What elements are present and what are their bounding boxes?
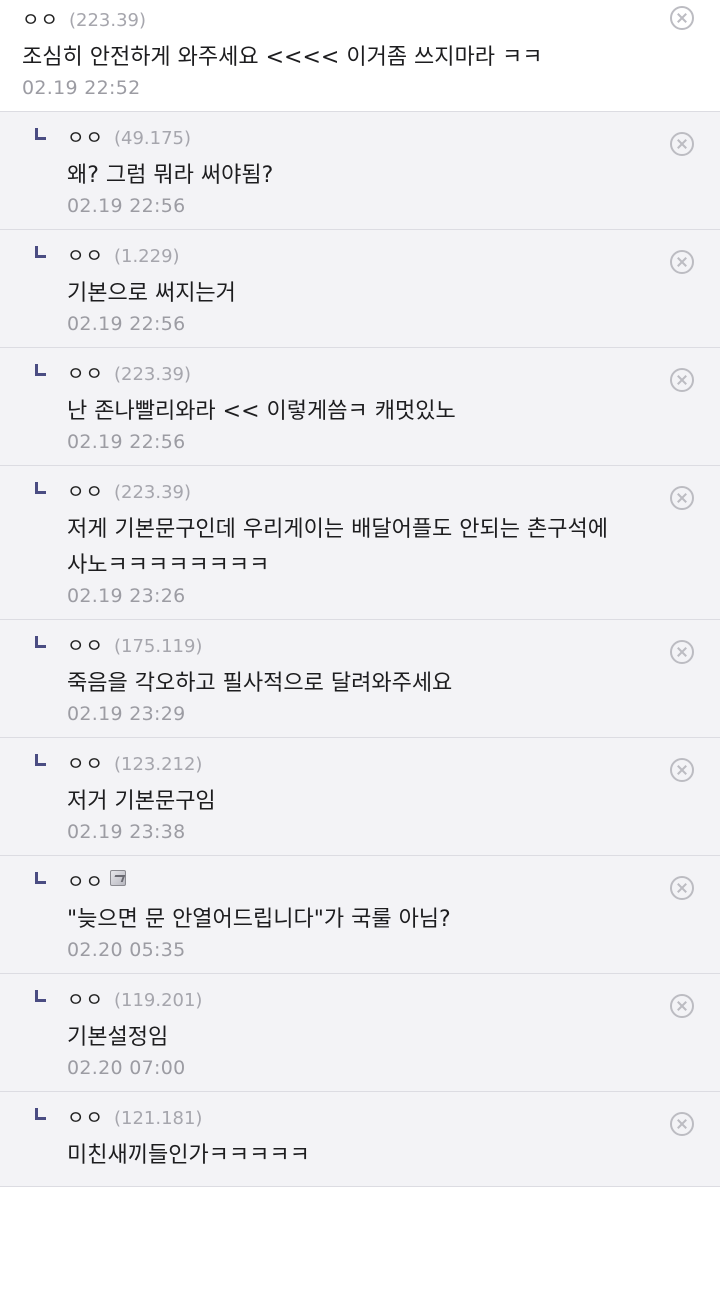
reply-arrow-icon (35, 872, 46, 884)
comment-text: 기본설정임 (67, 1025, 169, 1050)
comment-text: "늦으면 문 안열어드립니다"가 국룰 아님? (67, 907, 451, 932)
comment-header: ㅇㅇ (1.229) (67, 241, 660, 267)
comment-ip: (49.175) (113, 128, 191, 149)
comment-date: 02.19 23:26 (67, 585, 186, 607)
circle-x-icon[interactable] (670, 250, 694, 274)
circle-x-icon[interactable] (670, 1112, 694, 1136)
comment-nickname[interactable]: ㅇㅇ (67, 985, 104, 1012)
comment-header: ㅇㅇ (223.39) (22, 5, 660, 31)
comment-header: ㅇㅇ (49.175) (67, 123, 660, 149)
reply-arrow-icon (35, 246, 46, 258)
comment-date: 02.19 22:56 (67, 431, 186, 453)
comment-date: 02.20 07:00 (67, 1057, 186, 1079)
circle-x-icon[interactable] (670, 876, 694, 900)
comment-text: 조심히 안전하게 와주세요 <<<< 이거좀 쓰지마라 ㅋㅋ (22, 45, 543, 70)
comment-date: 02.19 22:56 (67, 313, 186, 335)
comment-list: ㅇㅇ (223.39) 조심히 안전하게 와주세요 <<<< 이거좀 쓰지마라 ㅋㅋ… (0, 0, 720, 1187)
reply-comment: ㅇㅇ (1.229) 기본으로 써지는거 02.19 22:56 (0, 230, 720, 348)
comment-ip: (123.212) (113, 754, 203, 775)
comment-date: 02.19 22:52 (22, 77, 141, 99)
fixed-nick-icon (109, 870, 126, 886)
comment-ip: (175.119) (113, 636, 203, 657)
comment-nickname[interactable]: ㅇㅇ (67, 477, 104, 504)
comment-nickname[interactable]: ㅇㅇ (67, 359, 104, 386)
reply-comment: ㅇㅇ (223.39) 난 존나빨리와라 << 이렇게씀ㅋ 캐멋있노 02.19 22… (0, 348, 720, 466)
circle-x-icon[interactable] (670, 486, 694, 510)
comment-text: 왜? 그럼 뭐라 써야됨? (67, 163, 274, 188)
reply-arrow-icon (35, 754, 46, 766)
reply-arrow-icon (35, 990, 46, 1002)
comment-date: 02.19 23:29 (67, 703, 186, 725)
comment-header: ㅇㅇ (223.39) (67, 477, 660, 503)
comment-header: ㅇㅇ (67, 867, 660, 893)
reply-arrow-icon (35, 128, 46, 140)
comment-ip: (1.229) (113, 246, 180, 267)
comment-ip: (223.39) (68, 10, 146, 31)
reply-comment: ㅇㅇ (175.119) 죽음을 각오하고 필사적으로 달려와주세요 02.19 23… (0, 620, 720, 738)
comment-header: ㅇㅇ (119.201) (67, 985, 660, 1011)
circle-x-icon[interactable] (670, 994, 694, 1018)
comment-header: ㅇㅇ (175.119) (67, 631, 660, 657)
comment-ip: (119.201) (113, 990, 203, 1011)
comment-text: 저거 기본문구임 (67, 789, 216, 814)
comment-nickname[interactable]: ㅇㅇ (67, 867, 104, 894)
comment-nickname[interactable]: ㅇㅇ (67, 631, 104, 658)
reply-comment: ㅇㅇ (119.201) 기본설정임 02.20 07:00 (0, 974, 720, 1092)
comment-text: 기본으로 써지는거 (67, 281, 236, 306)
comment-date: 02.19 23:38 (67, 821, 186, 843)
reply-arrow-icon (35, 1108, 46, 1120)
comment-ip: (223.39) (113, 364, 191, 385)
circle-x-icon[interactable] (670, 132, 694, 156)
circle-x-icon[interactable] (670, 6, 694, 30)
comment-date: 02.20 05:35 (67, 939, 186, 961)
comment-date: 02.19 22:56 (67, 195, 186, 217)
reply-comment: ㅇㅇ (49.175) 왜? 그럼 뭐라 써야됨? 02.19 22:56 (0, 112, 720, 230)
circle-x-icon[interactable] (670, 640, 694, 664)
comment: ㅇㅇ (223.39) 조심히 안전하게 와주세요 <<<< 이거좀 쓰지마라 ㅋㅋ… (0, 0, 720, 112)
reply-arrow-icon (35, 482, 46, 494)
comment-text: 미친새끼들인가ㅋㅋㅋㅋㅋ (67, 1143, 310, 1168)
comment-header: ㅇㅇ (223.39) (67, 359, 660, 385)
reply-comment: ㅇㅇ (223.39) 저게 기본문구인데 우리게이는 배달어플도 안되는 촌구석에… (0, 466, 720, 620)
reply-arrow-icon (35, 364, 46, 376)
comment-nickname[interactable]: ㅇㅇ (22, 5, 59, 32)
reply-comment: ㅇㅇ (121.181) 미친새끼들인가ㅋㅋㅋㅋㅋ (0, 1092, 720, 1187)
comment-nickname[interactable]: ㅇㅇ (67, 123, 104, 150)
comment-header: ㅇㅇ (121.181) (67, 1103, 660, 1129)
comment-nickname[interactable]: ㅇㅇ (67, 241, 104, 268)
circle-x-icon[interactable] (670, 368, 694, 392)
circle-x-icon[interactable] (670, 758, 694, 782)
comment-nickname[interactable]: ㅇㅇ (67, 749, 104, 776)
comment-header: ㅇㅇ (123.212) (67, 749, 660, 775)
comment-ip: (121.181) (113, 1108, 203, 1129)
comment-text: 저게 기본문구인데 우리게이는 배달어플도 안되는 촌구석에 사노ㅋㅋㅋㅋㅋㅋㅋ… (67, 517, 615, 578)
comment-nickname[interactable]: ㅇㅇ (67, 1103, 104, 1130)
reply-comment: ㅇㅇ (123.212) 저거 기본문구임 02.19 23:38 (0, 738, 720, 856)
comment-text: 죽음을 각오하고 필사적으로 달려와주세요 (67, 671, 453, 696)
comment-text: 난 존나빨리와라 << 이렇게씀ㅋ 캐멋있노 (67, 399, 456, 424)
reply-comment: ㅇㅇ "늦으면 문 안열어드립니다"가 국룰 아님? 02.20 05:35 (0, 856, 720, 974)
comment-ip: (223.39) (113, 482, 191, 503)
reply-arrow-icon (35, 636, 46, 648)
